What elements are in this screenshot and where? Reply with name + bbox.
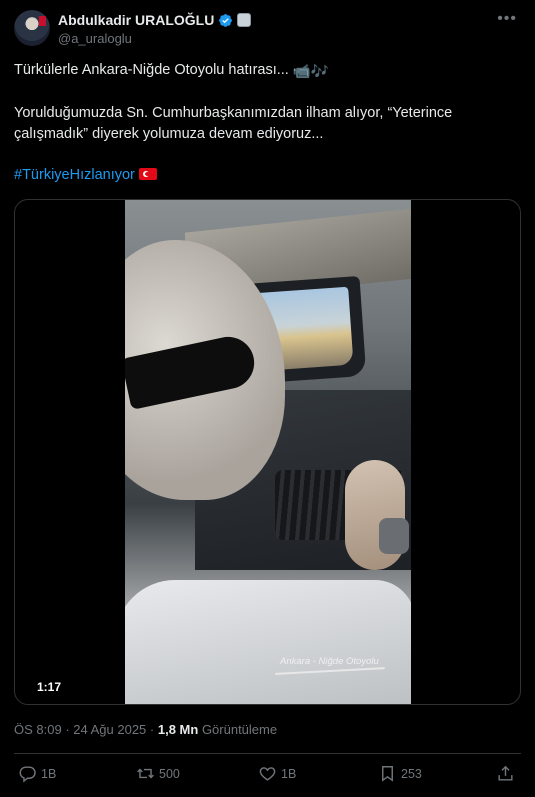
tweet-line-1-text: Türkülerle Ankara-Niğde Otoyolu hatırası… [14,62,293,78]
tweet-line-1: Türkülerle Ankara-Niğde Otoyolu hatırası… [14,60,521,83]
turkey-flag-icon [138,168,157,180]
heart-icon [259,767,276,781]
video-frame[interactable]: Ankara - Niğde Otoyolu [125,200,411,704]
tweet-meta: ÖS 8:09 · 24 Ağu 2025 · 1,8 Mn Görüntüle… [14,722,277,737]
share-button[interactable] [496,764,515,783]
more-options-icon[interactable]: ••• [497,10,517,28]
government-badge-icon [237,13,252,27]
meta-separator-2: · [146,722,158,737]
tweet-header: Abdulkadir URALOĞLU @a_uraloglu ••• [14,8,521,48]
bookmark-count: 253 [401,766,422,781]
video-watch [379,518,409,554]
repost-icon [137,768,154,779]
hashtag-link[interactable]: #TürkiyeHızlanıyor [14,167,135,183]
meta-separator: · [61,722,74,737]
bookmark-icon [382,766,393,782]
like-button[interactable]: 1B [258,764,296,783]
video-duration: 1:17 [33,678,66,696]
tweet-line-2: Yorulduğumuzda Sn. Cumhurbaşkanımızdan i… [14,105,453,142]
tweet-date[interactable]: 24 Ağu 2025 [73,722,146,737]
reply-icon [19,766,36,783]
author-avatar[interactable] [14,10,50,46]
author-handle[interactable]: @a_uraloglu [58,31,132,46]
author-name-row: Abdulkadir URALOĞLU [58,12,252,28]
reply-button[interactable]: 1B [18,764,56,783]
tweet-time[interactable]: ÖS 8:09 [14,722,62,737]
like-count: 1B [281,766,297,781]
video-shirt [125,580,411,704]
author-name[interactable]: Abdulkadir URALOĞLU [58,12,214,28]
view-count: 1,8 Mn [157,722,199,737]
repost-button[interactable]: 500 [136,764,180,783]
share-icon [498,765,513,781]
tweet-hashtag-line: #TürkiyeHızlanıyor [14,165,521,186]
action-bar: 1B 500 1B 253 [14,760,521,790]
view-label: Görüntüleme [198,722,278,737]
repost-count: 500 [159,766,180,781]
verified-badge-icon [219,13,233,27]
flag-icon [39,16,46,26]
video-camera-music-emoji: 📹🎶 [292,64,329,80]
bookmark-button[interactable]: 253 [378,764,422,783]
video-watermark: Ankara - Niğde Otoyolu [280,656,379,667]
video-player[interactable]: Ankara - Niğde Otoyolu 1:17 [14,199,521,705]
divider [14,753,521,754]
tweet-text: Türkülerle Ankara-Niğde Otoyolu hatırası… [14,60,521,206]
reply-count: 1B [41,766,57,781]
